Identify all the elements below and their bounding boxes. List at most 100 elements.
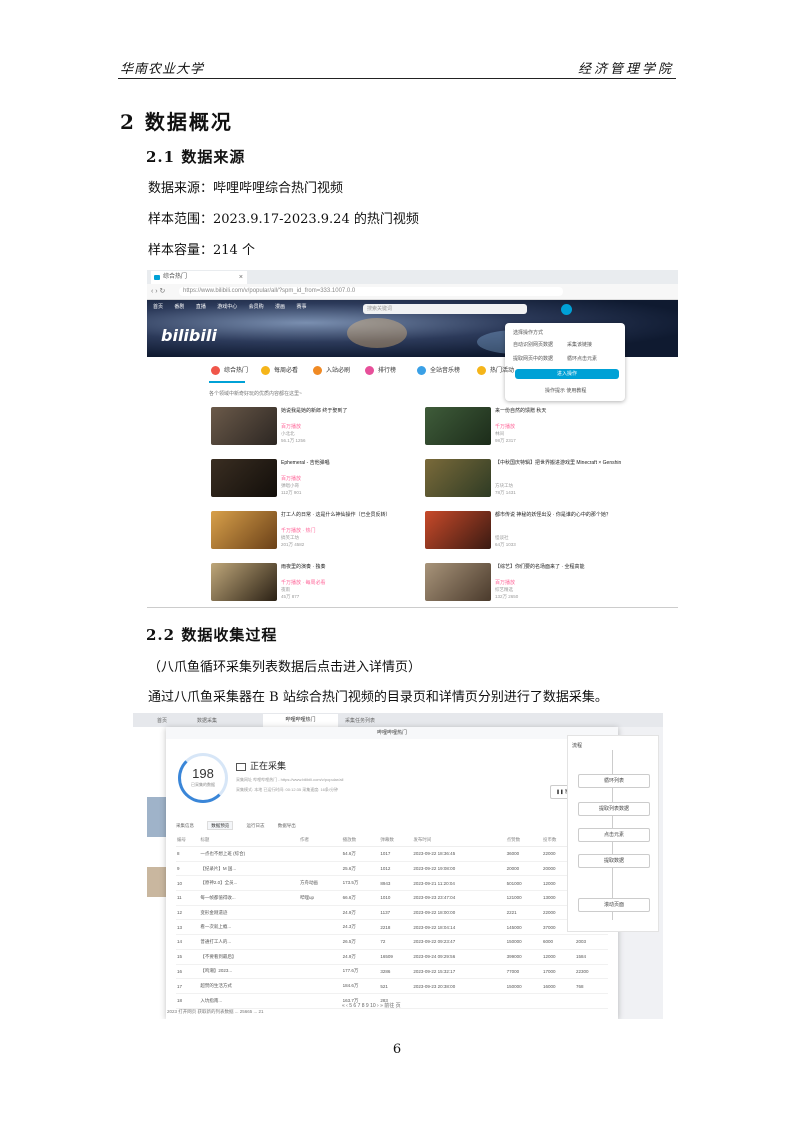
video-thumbnail[interactable]	[211, 563, 277, 601]
tab-log[interactable]: 运行日志	[247, 823, 265, 828]
tab-export[interactable]: 数据导出	[278, 823, 296, 828]
table-cell	[298, 861, 342, 877]
video-card[interactable]: 都市传说 神秘的妖怪出没 · 你是谁的心中的那个她？ 怪谈社 64万 1033	[425, 511, 631, 549]
tab-preview[interactable]: 数据预览	[207, 821, 234, 830]
video-uploader[interactable]: 夜雨	[281, 587, 290, 593]
tab-weekly[interactable]: 每周必看	[261, 365, 298, 375]
video-uploader[interactable]: 综艺精选	[495, 587, 513, 593]
video-uploader[interactable]: 林间	[495, 431, 504, 437]
popup-option[interactable]: 自动识别网页数据	[513, 341, 553, 348]
line-range: 样本范围：2023.9.17-2023.9.24 的热门视频	[148, 212, 419, 227]
video-title[interactable]: 雨夜里的演奏 · 独奏	[281, 563, 325, 570]
table-row[interactable]: 9 【纪录片】M 国... 25.6万 1012 2023-09-22 19:08:00…	[176, 861, 608, 877]
caption: （八爪鱼循环采集列表数据后点击进入详情页）	[148, 660, 422, 675]
table-row[interactable]: 17 超赞的生活方式 184.6万 521 2023-09-23 20:38:00 150…	[176, 978, 608, 994]
table-cell: 77000	[505, 964, 542, 980]
close-icon[interactable]: ×	[239, 271, 243, 284]
table-cell: 16	[176, 964, 200, 980]
popup-option[interactable]: 提取网页中的数据	[513, 355, 553, 362]
video-thumbnail[interactable]	[425, 511, 491, 549]
monitor-icon	[236, 762, 246, 771]
video-card[interactable]: 打工人的日常 · 这是什么神仙操作（已全员反转） 千万播放 · 热门 搞笑工坊 …	[211, 511, 417, 549]
app-tab[interactable]: 首页	[157, 717, 167, 724]
video-thumbnail[interactable]	[425, 407, 491, 445]
video-title[interactable]: 她说我是她的新郎 终于娶到了	[281, 407, 347, 414]
video-uploader[interactable]: 弹唱小哥	[281, 483, 299, 489]
table-row[interactable]: 8 一点也不想上班 (综合) 54.6万 1017 2023-09-22 18:36:4…	[176, 846, 608, 862]
url-input[interactable]: https://www.bilibili.com/v/popular/all/?…	[179, 287, 563, 296]
video-thumbnail[interactable]	[425, 563, 491, 601]
browser-tab[interactable]: 综合热门 ×	[151, 271, 247, 284]
flow-node[interactable]: 循环列表	[578, 774, 650, 788]
section-title: 2 数据概况	[120, 110, 233, 134]
table-row[interactable]: 14 普通打工人的... 26.5万 72 2023-09-22 09:23:47 150…	[176, 934, 608, 950]
video-thumbnail[interactable]	[211, 407, 277, 445]
video-card[interactable]: 【中秋国庆特辑】把世界搬进游戏里 Minecraft × Genshin 方块工…	[425, 459, 631, 497]
nav-item[interactable]: 直播	[196, 304, 206, 310]
video-card[interactable]: 来一份自然的馈赠 秋天 千万播放 林间 98万 2317	[425, 407, 631, 445]
popup-option[interactable]: 循环点击元素	[567, 355, 597, 362]
subsection-title-source: 2.1 数据来源	[146, 148, 246, 166]
ranking-icon	[365, 365, 374, 375]
tab-popular[interactable]: 综合热门	[211, 365, 248, 375]
flow-title: 流程	[572, 743, 583, 749]
pagination[interactable]: « ‹ 5 6 7 8 9 10 › » 前往 页	[342, 1002, 401, 1009]
video-card[interactable]: 她说我是她的新郎 终于娶到了 百万播放 小北北 56.1万 1256	[211, 407, 417, 445]
app-tab[interactable]: 数据采集	[197, 717, 217, 724]
back-forward-icon[interactable]: ‹ › ↻	[151, 284, 165, 299]
video-card[interactable]: 【综艺】你们要的名场面来了 · 全程高能 百万播放 综艺精选 132万 2650	[425, 563, 631, 601]
video-uploader[interactable]: 小北北	[281, 431, 295, 437]
table-cell: 1012	[379, 861, 413, 877]
bilibili-favicon-icon	[154, 275, 160, 280]
video-title[interactable]: 【综艺】你们要的名场面来了 · 全程高能	[495, 563, 584, 570]
video-uploader[interactable]: 怪谈社	[495, 535, 509, 541]
table-row[interactable]: 15 【不要看到最后】 24.9万 16509 2023-09-24 09:29:56 3…	[176, 949, 608, 965]
tab-info[interactable]: 采集信息	[176, 823, 194, 828]
table-cell: 哔哩up	[298, 890, 342, 906]
popup-title: 选择操作方式	[513, 330, 544, 336]
video-thumbnail[interactable]	[425, 459, 491, 497]
nav-item[interactable]: 游戏中心	[217, 304, 237, 310]
nav-item[interactable]: 会员购	[249, 304, 264, 310]
search-input[interactable]: 搜索关键词	[363, 304, 527, 314]
data-table: 编号标题作者播放数弹幕数发布时间点赞数投币数收藏数 8一点也不想上班 (综合)5…	[176, 834, 608, 1009]
flow-node[interactable]: 点击元素	[578, 828, 650, 842]
table-cell: 16509	[379, 949, 413, 965]
avatar[interactable]	[561, 304, 572, 315]
table-row[interactable]: 11 每一帧都值得收... 哔哩up 66.6万 1010 2023-09-23 23:4…	[176, 890, 608, 906]
tab-must-see[interactable]: 入站必刷	[313, 365, 350, 375]
video-card[interactable]: 雨夜里的演奏 · 独奏 千万播放 · 每周必看 夜雨 45万 877	[211, 563, 417, 601]
video-title[interactable]: Ephemeral - 吉他弹唱	[281, 459, 330, 466]
nav-item[interactable]: 首页	[153, 304, 163, 310]
octoparse-screenshot: 首页 数据采集 哔哩哔哩热门 采集任务列表 哔哩哔哩热门 198 已采集的数据 …	[133, 713, 663, 1019]
flow-node[interactable]: 滚动页面	[578, 898, 650, 912]
video-thumbnail[interactable]	[211, 511, 277, 549]
table-row[interactable]: 16 【鸣潮】2023... 177.6万 3286 2023-09-22 15:32:…	[176, 964, 608, 980]
tab-events[interactable]: 热门活动	[477, 365, 514, 375]
app-tab-active[interactable]: 哔哩哔哩热门	[263, 714, 338, 727]
video-title[interactable]: 【中秋国庆特辑】把世界搬进游戏里 Minecraft × Genshin	[495, 459, 621, 466]
table-cell: 173.5万	[341, 875, 380, 892]
app-tab[interactable]: 采集任务列表	[345, 717, 375, 724]
table-row[interactable]: 12 变形金刚遗迹 24.9万 1137 2023-09-22 18:00:00 2221…	[176, 905, 608, 921]
tab-ranking[interactable]: 排行榜	[365, 365, 396, 375]
banner-glow	[347, 318, 407, 348]
video-title[interactable]: 都市传说 神秘的妖怪出没 · 你是谁的心中的那个她？	[495, 511, 611, 518]
video-title[interactable]: 打工人的日常 · 这是什么神仙操作（已全员反转）	[281, 511, 390, 518]
tab-music[interactable]: 全站音乐榜	[417, 365, 460, 375]
table-cell: 9	[176, 861, 200, 877]
video-title[interactable]: 来一份自然的馈赠 秋天	[495, 407, 546, 414]
video-uploader[interactable]: 搞笑工坊	[281, 535, 299, 541]
video-card[interactable]: Ephemeral - 吉他弹唱 百万播放 弹唱小哥 112万 901	[211, 459, 417, 497]
table-row[interactable]: 10 【原神2.0】全员... 方舟动画 173.5万 8943 2023-09-21 1…	[176, 875, 608, 892]
nav-item[interactable]: 漫画	[275, 304, 285, 310]
video-uploader[interactable]: 方块工坊	[495, 483, 513, 489]
flow-node[interactable]: 提取列表数据	[578, 802, 650, 816]
nav-item[interactable]: 番剧	[174, 304, 184, 310]
popup-help-link[interactable]: 操作提示 使用教程	[545, 387, 586, 394]
popup-option[interactable]: 采集该链接	[567, 341, 592, 348]
table-row[interactable]: 13 看一次就上瘾... 24.3万 2218 2023-09-22 18:04:14 1…	[176, 919, 608, 936]
nav-item[interactable]: 赛事	[296, 304, 306, 310]
flow-node[interactable]: 提取数据	[578, 854, 650, 868]
video-thumbnail[interactable]	[211, 459, 277, 497]
